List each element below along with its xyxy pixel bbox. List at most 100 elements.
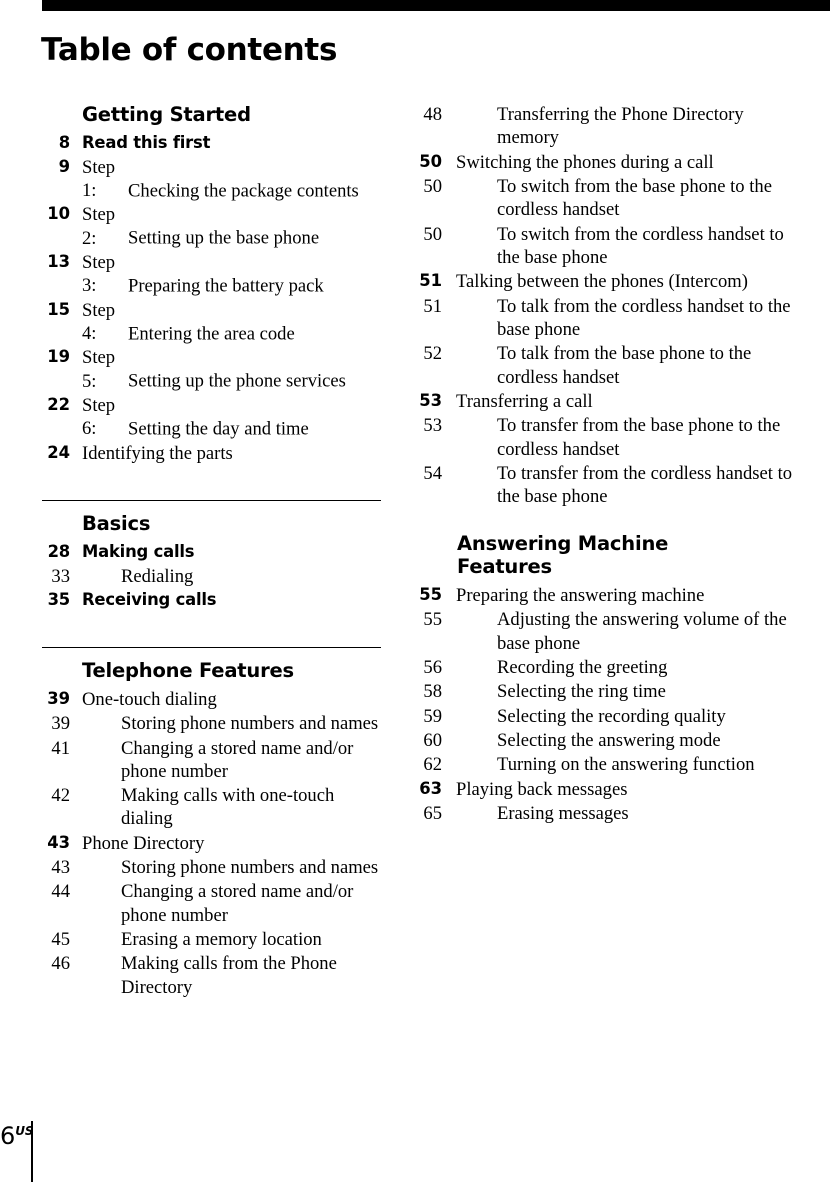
section-heading-telephone-features: Telephone Features [82,659,294,683]
folio-number-value: 6 [0,1122,16,1150]
toc-entry[interactable]: 15 Step 4: Entering the area code [42,299,382,346]
toc-entry-title: Receiving calls [82,590,217,610]
toc-entry[interactable]: 53 To transfer from the base phone to th… [414,414,794,461]
toc-entry-title: Making calls [82,541,195,561]
toc-entry-title: To talk from the base phone to the cordl… [497,343,752,388]
toc-entry[interactable]: 43 Storing phone numbers and names [42,856,382,879]
toc-page-number: 46 [51,953,70,975]
toc-entry[interactable]: 53 Transferring a call [414,390,794,413]
page-folio: 6US [0,1118,120,1182]
toc-entry-title: Adjusting the answering volume of the ba… [497,609,787,654]
toc-entry-title: Step 3: Preparing the battery pack [82,251,382,298]
toc-page-number: 53 [423,415,442,437]
toc-entry[interactable]: 39 Storing phone numbers and names [42,712,382,735]
section-heading-basics: Basics [82,512,151,536]
toc-entry[interactable]: 28 Making calls [42,541,382,564]
toc-page-number: 39 [47,688,70,708]
toc-entry[interactable]: 42 Making calls with one-touch dialing [42,784,382,831]
toc-entry[interactable]: 44 Changing a stored name and/or phone n… [42,880,382,927]
toc-entry-title: Preparing the answering machine [456,585,705,607]
toc-entry[interactable]: 10 Step 2: Setting up the base phone [42,203,382,250]
toc-page-number: 44 [51,881,70,903]
step-label: Step 6: [82,395,116,440]
toc-page-number: 54 [423,462,442,484]
toc-entry[interactable]: 50 To switch from the cordless handset t… [414,223,794,270]
toc-entry[interactable]: 62 Turning on the answering function [414,753,794,776]
toc-entry[interactable]: 48 Transferring the Phone Directory memo… [414,103,794,150]
toc-page-number: 28 [47,541,71,561]
toc-entry[interactable]: 19 Step 5: Setting up the phone services [42,346,382,393]
toc-page-number: 8 [58,132,70,152]
toc-entry-title: To talk from the cordless handset to the… [497,295,791,340]
toc-entry-title: Changing a stored name and/or phone numb… [121,737,354,782]
toc-entry[interactable]: 54 To transfer from the cordless handset… [414,462,794,509]
toc-entry-title: Making calls with one-touch dialing [121,785,335,830]
toc-entry[interactable]: 60 Selecting the answering mode [414,729,794,752]
toc-entry[interactable]: 52 To talk from the base phone to the co… [414,342,794,389]
toc-entry-title: Transferring a call [456,390,593,412]
toc-entry[interactable]: 43 Phone Directory [42,832,382,855]
toc-entry[interactable]: 9 Step 1: Checking the package contents [42,156,382,203]
toc-entry[interactable]: 22 Step 6: Setting the day and time [42,394,382,441]
toc-entry-title: Phone Directory [82,832,205,854]
toc-entry[interactable]: 59 Selecting the recording quality [414,705,794,728]
step-text: Entering the area code [128,323,295,345]
toc-entry[interactable]: 55 Adjusting the answering volume of the… [414,608,794,655]
toc-entry[interactable]: 33 Redialing [42,565,382,588]
toc-entry-title: Selecting the answering mode [497,730,721,752]
toc-entry[interactable]: 39 One-touch dialing [42,688,382,711]
toc-entry[interactable]: 55 Preparing the answering machine [414,584,794,607]
toc-entry[interactable]: 13 Step 3: Preparing the battery pack [42,251,382,298]
toc-page-number: 59 [423,705,442,727]
toc-entry-title: Playing back messages [456,778,628,800]
toc-entry-title: Erasing a memory location [121,929,322,951]
toc-page-number: 50 [423,175,442,197]
toc-entry[interactable]: 65 Erasing messages [414,802,794,825]
header-rule-bar [42,0,830,11]
toc-entry-title: To transfer from the base phone to the c… [497,415,781,460]
toc-page-number: 10 [47,204,70,224]
step-text: Setting up the base phone [128,227,320,249]
toc-entry-title: Turning on the answering function [497,754,755,776]
toc-entry[interactable]: 8 Read this first [42,132,382,155]
toc-page-number: 55 [423,609,442,631]
toc-entry[interactable]: 51 Talking between the phones (Intercom) [414,270,794,293]
toc-entry[interactable]: 58 Selecting the ring time [414,680,794,703]
toc-page-number: 60 [423,730,442,752]
toc-entry-title: Switching the phones during a call [456,151,714,173]
toc-page-number: 24 [47,442,70,462]
step-label: Step 1: [82,156,116,202]
toc-entry[interactable]: 46 Making calls from the Phone Directory [42,952,382,999]
toc-entry[interactable]: 50 To switch from the base phone to the … [414,175,794,222]
toc-entry[interactable]: 56 Recording the greeting [414,656,794,679]
toc-entry[interactable]: 50 Switching the phones during a call [414,151,794,174]
toc-page-number: 35 [47,590,71,610]
section-heading-line-1: Answering Machine [457,531,669,555]
toc-page-number: 56 [423,657,442,679]
toc-entry[interactable]: 35 Receiving calls [42,589,382,612]
toc-entry-title: Selecting the ring time [497,681,666,703]
toc-entry[interactable]: 51 To talk from the cordless handset to … [414,295,794,342]
toc-entry-title: Step 5: Setting up the phone services [82,346,382,393]
toc-entry-title: Step 4: Entering the area code [82,299,382,346]
toc-page-number: 33 [51,565,70,587]
section-heading-getting-started: Getting Started [82,103,251,126]
toc-page-number: 55 [419,585,442,605]
toc-entry[interactable]: 24 Identifying the parts [42,442,382,465]
step-text: Setting the day and time [128,418,309,440]
toc-page-number: 65 [423,803,442,825]
toc-page-number: 52 [423,343,442,365]
toc-entry-title: To switch from the cordless handset to t… [497,223,784,268]
page-title: Table of contents [41,31,338,68]
step-text: Checking the package contents [128,180,359,202]
toc-page-number: 45 [51,929,70,951]
toc-page-number: 22 [47,395,70,415]
toc-page-number: 39 [51,713,70,735]
toc-entry[interactable]: 45 Erasing a memory location [42,928,382,951]
toc-entry-title: One-touch dialing [82,688,217,710]
toc-entry[interactable]: 41 Changing a stored name and/or phone n… [42,737,382,784]
toc-entry[interactable]: 63 Playing back messages [414,778,794,801]
toc-page-number: 43 [51,857,70,879]
toc-entry-title: Recording the greeting [497,657,668,679]
